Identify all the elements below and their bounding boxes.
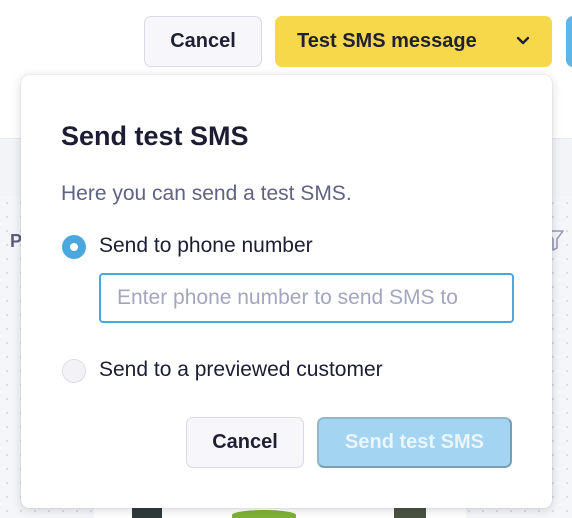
app-screen: P Cancel Test SMS message Send test SMS … bbox=[0, 0, 572, 518]
phone-number-input[interactable] bbox=[99, 273, 514, 323]
test-sms-button-label: Test SMS message bbox=[297, 30, 477, 52]
cancel-button[interactable]: Cancel bbox=[144, 16, 262, 67]
test-sms-message-button[interactable]: Test SMS message bbox=[275, 16, 552, 67]
background-thumbnail bbox=[132, 508, 162, 518]
chevron-down-icon bbox=[516, 36, 530, 45]
radio-send-to-previewed-customer[interactable] bbox=[62, 359, 86, 383]
send-test-sms-button[interactable]: Send test SMS bbox=[317, 417, 512, 468]
background-image-fragment bbox=[232, 510, 296, 518]
radio-send-to-phone-number[interactable] bbox=[62, 235, 86, 259]
option-label-phone-number[interactable]: Send to phone number bbox=[99, 234, 313, 258]
option-label-previewed-customer[interactable]: Send to a previewed customer bbox=[99, 358, 383, 382]
send-test-sms-dialog: Send test SMS Here you can send a test S… bbox=[21, 75, 552, 508]
background-thumbnail bbox=[394, 508, 426, 518]
dialog-title: Send test SMS bbox=[61, 121, 249, 151]
dialog-description: Here you can send a test SMS. bbox=[61, 182, 352, 205]
primary-action-button-edge[interactable] bbox=[566, 16, 572, 67]
dialog-cancel-button[interactable]: Cancel bbox=[186, 417, 304, 468]
